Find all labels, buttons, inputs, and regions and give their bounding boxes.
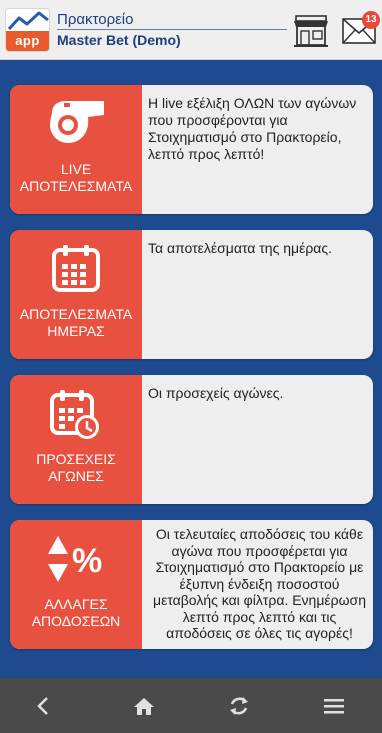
- notification-badge: 13: [362, 11, 380, 29]
- day-results-card[interactable]: ΑΠΟΤΕΛΕΣΜΑΤΑ ΗΜΕΡΑΣ Τα αποτελέσματα της …: [10, 230, 373, 359]
- home-button[interactable]: [114, 678, 174, 733]
- app-header: app Πρακτορείο Master Bet (Demo) 13: [0, 0, 382, 60]
- title-divider: [57, 29, 287, 30]
- page-title: Πρακτορείο: [57, 11, 134, 28]
- card-accent-panel: LIVE ΑΠΟΤΕΛΕΣΜΑΤΑ: [10, 85, 142, 214]
- calendar-clock-icon: [50, 390, 99, 439]
- card-description: Οι προσεχείς αγώνες.: [148, 385, 284, 401]
- app-logo[interactable]: app: [5, 8, 50, 52]
- menu-button[interactable]: [304, 678, 364, 733]
- card-description: Τα αποτελέσματα της ημέρας.: [148, 240, 333, 256]
- odds-change-icon: %: [48, 536, 102, 582]
- menu-icon: [324, 698, 344, 713]
- upcoming-matches-card[interactable]: ΠΡΟΣΕΧΕΙΣ ΑΓΩΝΕΣ Οι προσεχείς αγώνες.: [10, 375, 373, 504]
- card-title-line1: LIVE: [60, 161, 92, 177]
- card-description: Η live εξέλιξη ΟΛΩΝ των αγώνων που προσφ…: [148, 95, 357, 162]
- card-title-line1: ΑΠΟΤΕΛΕΣΜΑΤΑ: [19, 306, 133, 322]
- card-title-line1: ΠΡΟΣΕΧΕΙΣ: [36, 451, 116, 467]
- live-results-card[interactable]: LIVE ΑΠΟΤΕΛΕΣΜΑΤΑ Η live εξέλιξη ΟΛΩΝ τω…: [10, 85, 373, 214]
- home-icon: [134, 697, 154, 715]
- card-accent-panel: % ΑΛΛΑΓΕΣ ΑΠΟΔΟΣΕΩΝ: [10, 520, 142, 649]
- back-icon: [37, 696, 48, 715]
- refresh-icon: [230, 696, 248, 715]
- whistle-icon: [50, 101, 104, 143]
- card-title-line2: ΗΜΕΡΑΣ: [47, 323, 105, 339]
- app-logo-text: app: [6, 31, 49, 51]
- bottom-nav-bar: [0, 678, 382, 733]
- card-title-line2: ΑΠΟΤΕΛΕΣΜΑΤΑ: [19, 178, 133, 194]
- calendar-icon: [52, 245, 100, 292]
- refresh-button[interactable]: [209, 678, 269, 733]
- svg-text:%: %: [72, 542, 102, 580]
- card-title-line1: ΑΛΛΑΓΕΣ: [44, 596, 108, 612]
- card-title-line2: ΑΠΟΔΟΣΕΩΝ: [31, 613, 121, 629]
- odds-changes-card[interactable]: % ΑΛΛΑΓΕΣ ΑΠΟΔΟΣΕΩΝ Οι τελευταίες αποδόσ…: [10, 520, 373, 649]
- card-description: Οι τελευταίες αποδόσεις του κάθε αγώνα π…: [153, 526, 366, 641]
- card-accent-panel: ΑΠΟΤΕΛΕΣΜΑΤΑ ΗΜΕΡΑΣ: [10, 230, 142, 359]
- back-button[interactable]: [13, 678, 73, 733]
- card-accent-panel: ΠΡΟΣΕΧΕΙΣ ΑΓΩΝΕΣ: [10, 375, 142, 504]
- store-icon[interactable]: [292, 14, 330, 48]
- card-title-line2: ΑΓΩΝΕΣ: [48, 468, 104, 484]
- chart-logo-icon: [7, 11, 49, 31]
- account-name: Master Bet (Demo): [57, 32, 181, 48]
